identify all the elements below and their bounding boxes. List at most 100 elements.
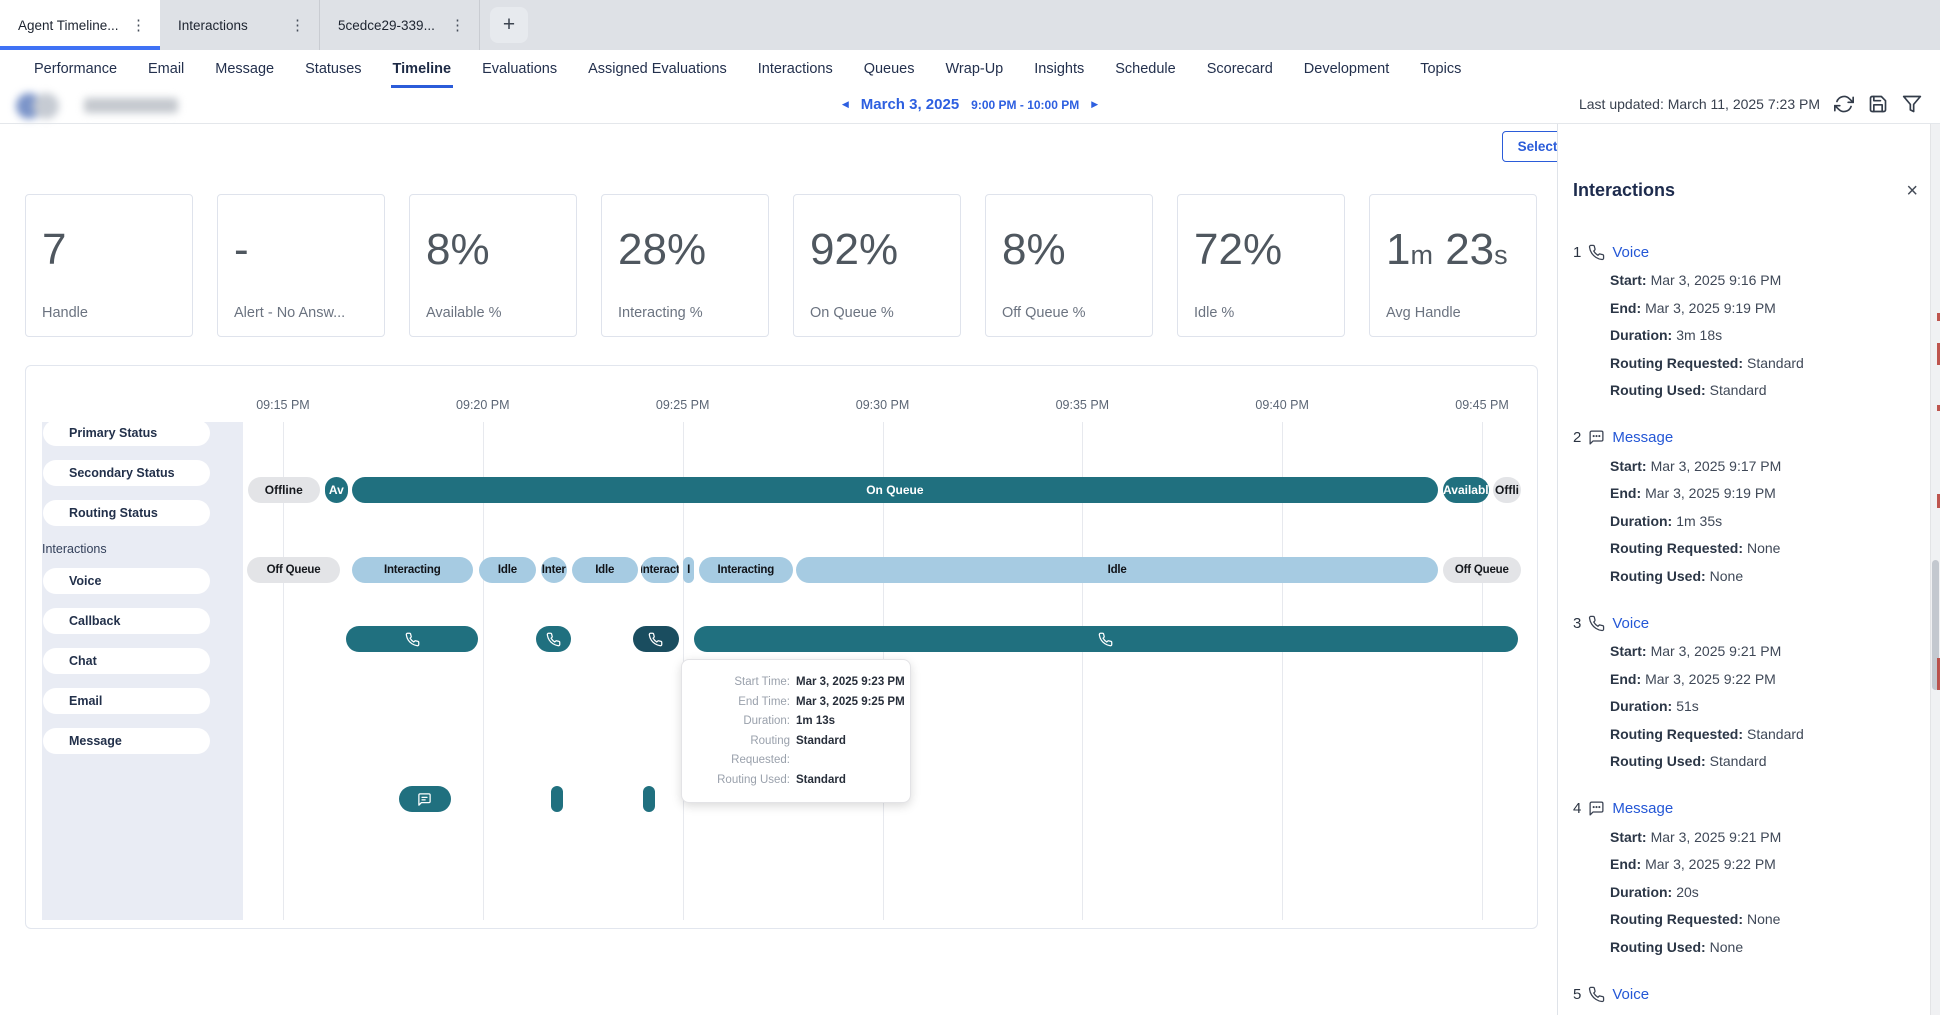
row-label-pill[interactable]: Secondary Status <box>43 460 210 486</box>
metric-card[interactable]: 92% On Queue % <box>793 194 961 337</box>
primary-status-lane: OfflineAvOn QueueAvailablOffli <box>243 477 1522 503</box>
axis-tick-label: 09:25 PM <box>656 398 710 412</box>
field-label: Duration: <box>1610 698 1672 714</box>
nav-tab[interactable]: Interactions <box>756 50 835 88</box>
nav-tab[interactable]: Statuses <box>303 50 363 88</box>
row-label-pill[interactable]: Email <box>43 688 210 714</box>
browser-tab-label: Interactions <box>178 18 248 33</box>
new-tab-button[interactable]: + <box>490 7 528 43</box>
metric-value: 8% <box>426 227 560 273</box>
routing-status-bar[interactable]: Interacting <box>699 557 793 583</box>
message-interaction-bar[interactable] <box>399 786 451 812</box>
interaction-type-link[interactable]: Message <box>1612 429 1673 446</box>
metric-label: Off Queue % <box>1002 305 1136 321</box>
nav-tab[interactable]: Email <box>146 50 186 88</box>
primary-status-bar[interactable]: Availabl <box>1443 477 1489 503</box>
interaction-type-link[interactable]: Voice <box>1612 615 1649 632</box>
previous-day-arrow-icon[interactable]: ◀ <box>842 99 849 110</box>
nav-tab[interactable]: Queues <box>862 50 917 88</box>
message-interaction-bar[interactable] <box>643 786 655 812</box>
nav-tab[interactable]: Insights <box>1032 50 1086 88</box>
nav-tab[interactable]: Timeline <box>391 50 454 88</box>
routing-status-bar[interactable]: Idle <box>796 557 1438 583</box>
metric-card[interactable]: 1m 23s Avg Handle <box>1369 194 1537 337</box>
message-icon <box>1588 429 1605 446</box>
browser-tab[interactable]: 5cedce29-339... ⋮ <box>320 0 480 50</box>
panel-scrollbar[interactable] <box>1930 124 1940 1015</box>
browser-tabs: Agent Timeline... ⋮ Interactions ⋮ 5cedc… <box>0 0 480 50</box>
nav-tab[interactable]: Development <box>1302 50 1391 88</box>
browser-tab[interactable]: Interactions ⋮ <box>160 0 320 50</box>
routing-status-bar[interactable]: Idle <box>572 557 638 583</box>
routing-status-bar[interactable]: Interact <box>641 557 679 583</box>
interaction-item-header: 5 Voice <box>1573 982 1910 1006</box>
row-label-pill[interactable]: Primary Status <box>43 420 210 446</box>
row-label-pill[interactable]: Message <box>43 728 210 754</box>
date-label[interactable]: March 3, 2025 <box>861 96 959 113</box>
interaction-type-link[interactable]: Voice <box>1612 986 1649 1003</box>
field-value: Mar 3, 2025 9:19 PM <box>1645 300 1776 316</box>
metric-card[interactable]: 72% Idle % <box>1177 194 1345 337</box>
metric-value: - <box>234 227 368 273</box>
routing-status-bar[interactable]: I <box>683 557 693 583</box>
interaction-item-header: 3 Voice <box>1573 611 1910 635</box>
field-value: Mar 3, 2025 9:22 PM <box>1645 671 1776 687</box>
primary-status-bar[interactable]: On Queue <box>352 477 1438 503</box>
routing-status-bar[interactable]: Inter <box>541 557 567 583</box>
metric-value: 1m 23s <box>1386 227 1520 273</box>
metric-label: On Queue % <box>810 305 944 321</box>
metric-card[interactable]: 8% Available % <box>409 194 577 337</box>
field-value: Mar 3, 2025 9:16 PM <box>1651 272 1782 288</box>
field-label: Start: <box>1610 643 1647 659</box>
routing-status-bar[interactable]: Off Queue <box>1443 557 1521 583</box>
row-label-pill[interactable]: Routing Status <box>43 500 210 526</box>
kebab-menu-icon[interactable]: ⋮ <box>288 16 307 34</box>
metric-card[interactable]: 7 Handle <box>25 194 193 337</box>
nav-tab[interactable]: Wrap-Up <box>944 50 1006 88</box>
metric-card[interactable]: 8% Off Queue % <box>985 194 1153 337</box>
routing-status-bar[interactable]: Idle <box>479 557 536 583</box>
nav-tab[interactable]: Schedule <box>1113 50 1177 88</box>
voice-interaction-bar[interactable] <box>346 626 478 652</box>
field-value: None <box>1747 540 1780 556</box>
kebab-menu-icon[interactable]: ⋮ <box>129 16 148 34</box>
routing-status-bar[interactable]: Interacting <box>352 557 473 583</box>
metric-card[interactable]: 28% Interacting % <box>601 194 769 337</box>
row-label-pill[interactable]: Voice <box>43 568 210 594</box>
next-day-arrow-icon[interactable]: ▶ <box>1091 99 1098 110</box>
nav-tab[interactable]: Assigned Evaluations <box>586 50 729 88</box>
row-label-pill[interactable]: Chat <box>43 648 210 674</box>
bar-icon-slot <box>1098 632 1113 647</box>
filter-icon[interactable] <box>1902 94 1922 114</box>
routing-status-bar[interactable]: Off Queue <box>247 557 340 583</box>
nav-tab[interactable]: Evaluations <box>480 50 559 88</box>
close-icon[interactable]: × <box>1906 181 1918 201</box>
field-label: End: <box>1610 856 1641 872</box>
browser-tab[interactable]: Agent Timeline... ⋮ <box>0 0 160 50</box>
primary-status-bar[interactable]: Offli <box>1493 477 1521 503</box>
primary-status-bar[interactable]: Av <box>325 477 348 503</box>
kebab-menu-icon[interactable]: ⋮ <box>448 16 467 34</box>
browser-tab-label: Agent Timeline... <box>18 18 119 33</box>
interaction-fields: Start:Mar 3, 2025 9:17 PM End:Mar 3, 202… <box>1573 453 1910 591</box>
voice-interaction-bar[interactable] <box>633 626 679 652</box>
message-interaction-bar[interactable] <box>551 786 563 812</box>
save-icon[interactable] <box>1868 94 1888 114</box>
field-value: None <box>1710 939 1743 955</box>
metric-card[interactable]: - Alert - No Answ... <box>217 194 385 337</box>
nav-tab[interactable]: Message <box>213 50 276 88</box>
interaction-type-link[interactable]: Message <box>1612 800 1673 817</box>
nav-tab[interactable]: Performance <box>32 50 119 88</box>
metric-label: Interacting % <box>618 305 752 321</box>
interaction-type-link[interactable]: Voice <box>1612 244 1649 261</box>
voice-interaction-bar[interactable] <box>536 626 571 652</box>
avatar <box>33 93 59 119</box>
interaction-type-icon <box>1588 244 1605 261</box>
primary-status-bar[interactable]: Offline <box>248 477 320 503</box>
voice-interaction-bar[interactable] <box>694 626 1518 652</box>
nav-tab[interactable]: Topics <box>1418 50 1463 88</box>
nav-tab[interactable]: Scorecard <box>1205 50 1275 88</box>
tooltip-row: Routing Requested: Standard <box>692 732 896 771</box>
row-label-pill[interactable]: Callback <box>43 608 210 634</box>
refresh-icon[interactable] <box>1834 94 1854 114</box>
